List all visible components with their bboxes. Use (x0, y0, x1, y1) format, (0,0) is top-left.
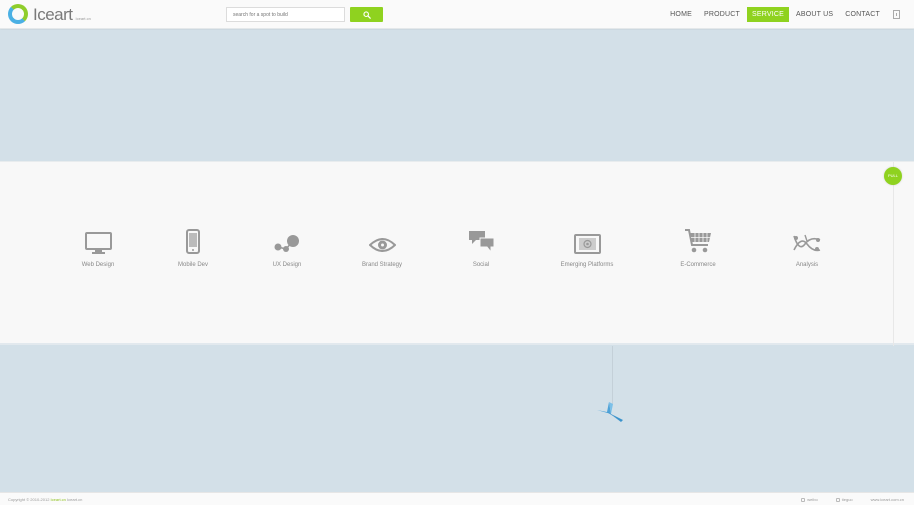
nav-contact[interactable]: CONTACT (840, 7, 885, 22)
search-icon (362, 10, 371, 19)
bottom-banner (0, 346, 914, 492)
service-web-design[interactable]: Web Design (58, 226, 138, 268)
logo[interactable]: Iceart Iceart.cn (8, 3, 91, 25)
service-e-commerce[interactable]: E-Commerce (658, 226, 738, 268)
footer-link-weibo[interactable]: weibo (801, 497, 818, 502)
search-button[interactable] (350, 7, 383, 22)
service-label: UX Design (272, 262, 302, 268)
eye-icon (368, 238, 396, 252)
service-ux-design[interactable]: UX Design (247, 226, 327, 268)
service-label: Emerging Platforms (560, 262, 614, 268)
footer-link-tieguo[interactable]: tieguo (835, 497, 853, 502)
logo-text: Iceart (33, 5, 73, 24)
nav-product[interactable]: PRODUCT (699, 7, 745, 22)
service-label: Brand Strategy (361, 262, 403, 268)
chart-icon (793, 234, 821, 252)
pull-string-line (893, 162, 894, 346)
top-banner (0, 30, 914, 161)
main-nav: HOME PRODUCT SERVICE ABOUT US CONTACT (663, 7, 900, 22)
nav-home[interactable]: HOME (665, 7, 697, 22)
pull-button[interactable]: PULL (884, 167, 902, 185)
paper-crane-icon (597, 400, 623, 429)
hanging-string (612, 346, 613, 404)
service-label: Web Design (81, 262, 115, 268)
service-social[interactable]: Social (441, 226, 521, 268)
nav-about-us[interactable]: ABOUT US (791, 7, 838, 22)
footer-link-website[interactable]: www.iceart.com.cn (871, 497, 904, 502)
cart-icon (685, 229, 711, 253)
tieguo-icon (835, 497, 840, 502)
chat-bubbles-icon (468, 231, 494, 254)
service-label: Social (472, 262, 490, 268)
document-icon[interactable] (893, 10, 900, 19)
molecule-icon (274, 235, 299, 252)
search-input[interactable] (226, 7, 345, 22)
weibo-icon (801, 497, 806, 502)
nav-service[interactable]: SERVICE (747, 7, 790, 22)
footer-links: weibo tieguo www.iceart.com.cn (783, 497, 904, 502)
footer: Copyright © 2010-2012 Iceart.cn Iceart.c… (0, 492, 914, 505)
copyright-link[interactable]: Iceart.cn (51, 497, 66, 502)
logo-subtitle: Iceart.cn (75, 16, 91, 21)
service-label: E-Commerce (680, 262, 716, 268)
service-mobile-dev[interactable]: Mobile Dev (153, 226, 233, 268)
service-label: Analysis (795, 262, 819, 268)
service-label: Mobile Dev (177, 262, 208, 268)
service-analysis[interactable]: Analysis (767, 226, 847, 268)
tablet-icon (573, 234, 601, 254)
logo-ring-icon (8, 4, 28, 24)
header: Iceart Iceart.cn HOME PRODUCT SERVICE AB… (0, 0, 914, 29)
service-emerging-platforms[interactable]: Emerging Platforms (547, 226, 627, 268)
phone-icon (186, 229, 200, 254)
service-brand-strategy[interactable]: Brand Strategy (342, 226, 422, 268)
copyright: Copyright © 2010-2012 Iceart.cn Iceart.c… (8, 497, 83, 502)
monitor-icon (84, 232, 112, 254)
